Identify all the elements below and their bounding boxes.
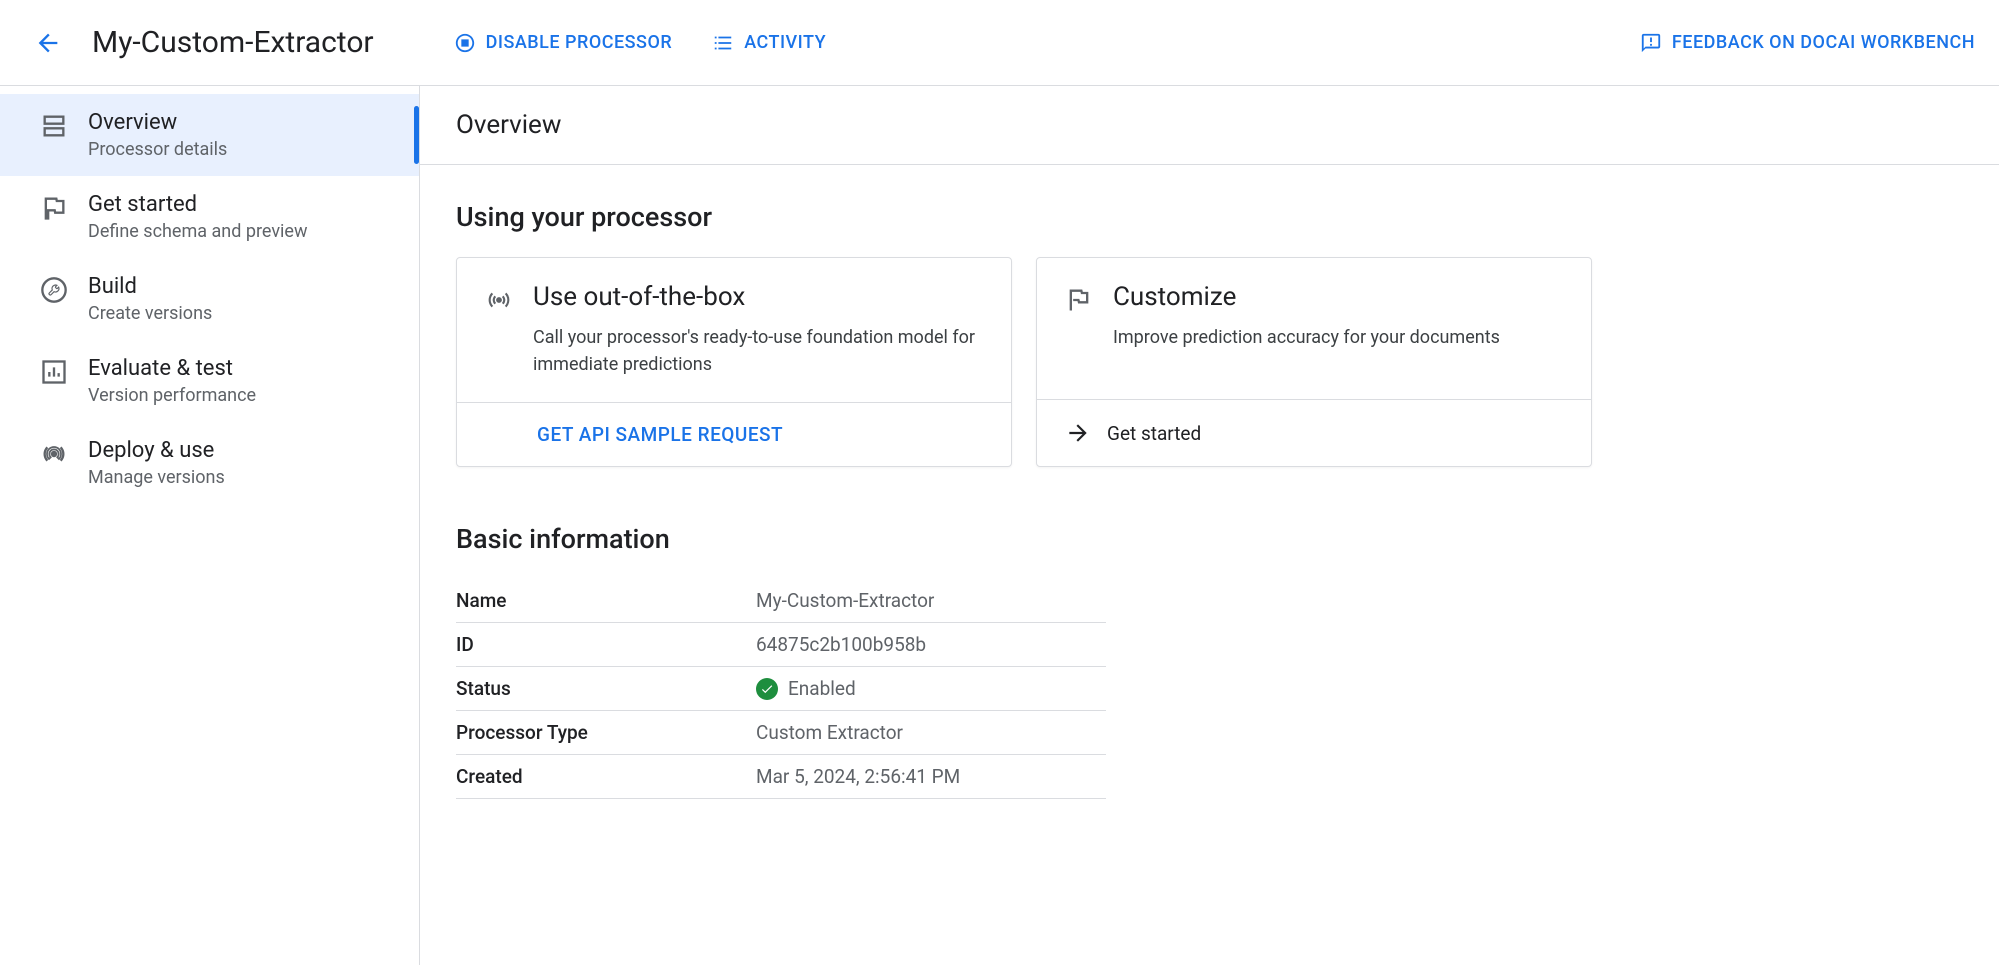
sidebar-item-label: Evaluate & test: [88, 356, 256, 381]
disable-processor-button[interactable]: Disable Processor: [454, 32, 673, 54]
disable-label: Disable Processor: [486, 32, 673, 53]
table-row: ID 64875c2b100b958b: [456, 623, 1106, 667]
info-label: Name: [456, 579, 756, 623]
sidebar-item-sub: Define schema and preview: [88, 221, 307, 242]
using-section-title: Using your processor: [456, 201, 1963, 233]
sidebar-item-sub: Version performance: [88, 385, 256, 406]
card-out-of-box: Use out-of-the-box Call your processor's…: [456, 257, 1012, 467]
card-customize: Customize Improve prediction accuracy fo…: [1036, 257, 1592, 467]
wrench-icon: [40, 276, 68, 304]
sidebar-item-label: Deploy & use: [88, 438, 225, 463]
card-desc: Call your processor's ready-to-use found…: [533, 324, 983, 378]
sidebar-item-sub: Create versions: [88, 303, 212, 324]
table-row: Status Enabled: [456, 667, 1106, 711]
page-title: My-Custom-Extractor: [92, 25, 374, 60]
content: Using your processor Use out-of-the-box …: [420, 165, 1999, 835]
card-title: Use out-of-the-box: [533, 282, 983, 312]
sidebar-item-sub: Processor details: [88, 139, 227, 160]
sidebar-item-overview[interactable]: Overview Processor details: [0, 94, 419, 176]
sidebar-item-get-started[interactable]: Get started Define schema and preview: [0, 176, 419, 258]
info-label: Status: [456, 667, 756, 711]
sidebar-item-label: Get started: [88, 192, 307, 217]
table-row: Created Mar 5, 2024, 2:56:41 PM: [456, 755, 1106, 799]
arrow-back-icon: [34, 29, 62, 57]
table-row: Name My-Custom-Extractor: [456, 579, 1106, 623]
sidebar-item-build[interactable]: Build Create versions: [0, 258, 419, 340]
arrow-forward-icon: [1065, 420, 1091, 446]
feedback-label: Feedback on DocAI Workbench: [1672, 32, 1975, 53]
get-started-button[interactable]: Get started: [1065, 420, 1201, 446]
card-title: Customize: [1113, 282, 1500, 312]
cards-row: Use out-of-the-box Call your processor's…: [456, 257, 1963, 467]
activity-button[interactable]: Activity: [712, 32, 826, 54]
overview-icon: [40, 112, 68, 140]
info-value: 64875c2b100b958b: [756, 623, 1106, 667]
broadcast-icon: [485, 286, 513, 314]
card-desc: Improve prediction accuracy for your doc…: [1113, 324, 1500, 351]
sidebar-item-sub: Manage versions: [88, 467, 225, 488]
sidebar-item-label: Overview: [88, 110, 227, 135]
table-row: Processor Type Custom Extractor: [456, 711, 1106, 755]
status-text: Enabled: [788, 677, 856, 700]
info-value: Mar 5, 2024, 2:56:41 PM: [756, 755, 1106, 799]
info-value: My-Custom-Extractor: [756, 579, 1106, 623]
chart-icon: [40, 358, 68, 386]
info-value: Custom Extractor: [756, 711, 1106, 755]
flag-icon: [40, 194, 68, 222]
info-label: ID: [456, 623, 756, 667]
activity-label: Activity: [744, 32, 826, 53]
basic-info-table: Name My-Custom-Extractor ID 64875c2b100b…: [456, 579, 1106, 799]
sidebar: Overview Processor details Get started D…: [0, 86, 420, 965]
info-label: Created: [456, 755, 756, 799]
feedback-icon: [1640, 32, 1662, 54]
main-content: Overview Using your processor Use out-of…: [420, 86, 1999, 965]
list-icon: [712, 32, 734, 54]
sidebar-item-evaluate[interactable]: Evaluate & test Version performance: [0, 340, 419, 422]
flag-icon: [1065, 286, 1093, 314]
check-icon: [756, 678, 778, 700]
header-actions: Disable Processor Activity Feedback on D…: [454, 32, 1975, 54]
info-value: Enabled: [756, 667, 1106, 711]
get-api-sample-button[interactable]: Get API Sample Request: [537, 423, 783, 446]
sidebar-item-deploy[interactable]: Deploy & use Manage versions: [0, 422, 419, 504]
feedback-button[interactable]: Feedback on DocAI Workbench: [1640, 32, 1975, 54]
stop-icon: [454, 32, 476, 54]
layout: Overview Processor details Get started D…: [0, 86, 1999, 965]
main-title: Overview: [456, 110, 1963, 140]
sidebar-item-label: Build: [88, 274, 212, 299]
back-button[interactable]: [24, 19, 72, 67]
info-label: Processor Type: [456, 711, 756, 755]
basic-info-title: Basic information: [456, 523, 1963, 555]
main-header: Overview: [420, 86, 1999, 165]
broadcast-icon: [40, 440, 68, 468]
status-cell: Enabled: [756, 677, 1106, 700]
get-started-label: Get started: [1107, 422, 1201, 445]
header: My-Custom-Extractor Disable Processor Ac…: [0, 0, 1999, 86]
